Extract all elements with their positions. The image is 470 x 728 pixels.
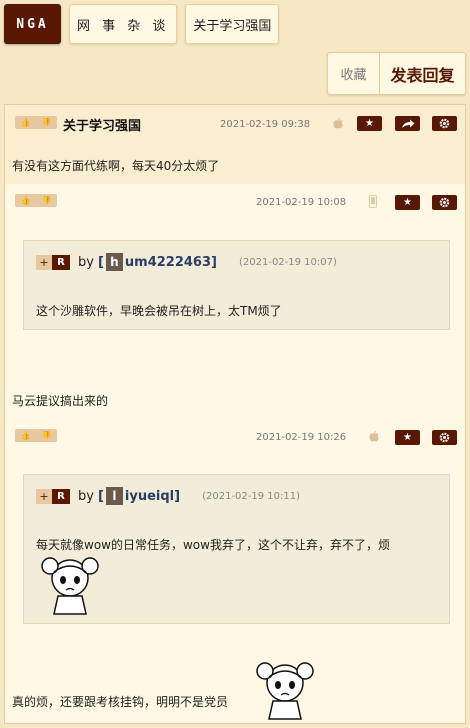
avatar: h <box>105 253 123 271</box>
vote-buttons[interactable]: 👍 👎 <box>15 116 57 129</box>
thumbs-down-icon[interactable]: 👎 <box>42 118 52 127</box>
settings-button[interactable] <box>432 195 457 210</box>
bracket-close: ] <box>174 488 181 504</box>
share-icon <box>401 119 414 128</box>
quote-header: + R by [ l iyueiql ] (2021-02-19 10:11) <box>36 487 300 505</box>
quote-text: 每天就像wow的日常任务，wow我弃了，这个不让弃，弃不了，烦 <box>36 538 390 552</box>
thumbs-down-icon[interactable]: 👎 <box>42 196 52 205</box>
site-logo[interactable]: NGA <box>4 4 61 44</box>
post-text: 有没有这方面代练啊，每天40分太烦了 <box>12 159 220 173</box>
vote-buttons[interactable]: 👍 👎 <box>15 194 57 207</box>
thumbs-up-icon[interactable]: 👍 <box>21 118 31 127</box>
star-button[interactable]: ★ <box>357 116 382 131</box>
gear-icon <box>439 432 450 443</box>
thread-actions: 收藏 发表回复 <box>327 52 466 95</box>
star-icon: ★ <box>365 118 374 129</box>
quote-header: + R by [ h um4222463 ] (2021-02-19 10:07) <box>36 253 337 271</box>
bracket-close: ] <box>211 254 217 270</box>
post-text: 马云提议搞出来的 <box>12 394 109 408</box>
star-icon: ★ <box>403 432 412 443</box>
plus-icon[interactable]: + <box>36 488 52 504</box>
breadcrumb-forum[interactable]: 网 事 杂 谈 <box>69 4 178 44</box>
sticker-image <box>41 557 99 615</box>
post-3: 👍 👎 2021-02-19 10:26 ★ + R by [ l iyueiql … <box>5 419 465 723</box>
post-date: 2021-02-19 09:38 <box>220 119 311 130</box>
phone-icon <box>369 195 377 211</box>
apple-icon <box>369 430 379 445</box>
quote-actions[interactable]: + R <box>36 254 70 270</box>
post-text: 真的烦，还要跟考核挂钩，明明不是党员 <box>12 695 229 709</box>
post-2: 👍 👎 2021-02-19 10:08 ★ + R by [ h um422246… <box>5 184 465 418</box>
quote-by: by <box>78 254 94 270</box>
reply-button[interactable]: 发表回复 <box>380 53 465 94</box>
avatar: l <box>105 487 123 505</box>
post-date: 2021-02-19 10:26 <box>256 432 347 443</box>
quote-actions[interactable]: + R <box>36 488 70 504</box>
quote-user[interactable]: [ h um4222463 ] <box>98 253 217 271</box>
quote-by: by <box>78 488 94 504</box>
thumbs-up-icon[interactable]: 👍 <box>21 196 31 205</box>
plus-icon[interactable]: + <box>36 254 52 270</box>
star-icon: ★ <box>403 197 412 208</box>
quote-user[interactable]: [ l iyueiql ] <box>98 487 180 505</box>
quote-block: + R by [ l iyueiql ] (2021-02-19 10:11) 每… <box>23 474 450 624</box>
settings-button[interactable] <box>432 116 457 131</box>
star-button[interactable]: ★ <box>395 195 420 210</box>
settings-button[interactable] <box>432 430 457 445</box>
post-1: 👍 👎 关于学习强国 2021-02-19 09:38 ★ 有没有这方面代练啊，每… <box>5 105 465 184</box>
r-icon[interactable]: R <box>52 488 70 504</box>
star-button[interactable]: ★ <box>395 430 420 445</box>
bracket-open: [ <box>97 254 104 270</box>
apple-icon <box>333 117 343 132</box>
gear-icon <box>439 118 450 129</box>
top-nav: NGA 网 事 杂 谈 关于学习强国 <box>4 4 280 44</box>
thread-container: 👍 👎 关于学习强国 2021-02-19 09:38 ★ 有没有这方面代练啊，每… <box>4 104 466 724</box>
post-title: 关于学习强国 <box>63 119 142 134</box>
quote-date: (2021-02-19 10:11) <box>202 490 301 502</box>
username: um4222463 <box>124 254 212 270</box>
favorite-button[interactable]: 收藏 <box>328 53 380 94</box>
gear-icon <box>439 197 450 208</box>
username: iyueiql <box>124 488 175 504</box>
breadcrumb-thread[interactable]: 关于学习强国 <box>185 4 280 44</box>
vote-buttons[interactable]: 👍 👎 <box>15 429 57 442</box>
share-button[interactable] <box>395 116 420 131</box>
quote-text: 这个沙雕软件，早晚会被吊在树上，太TM烦了 <box>36 304 282 318</box>
sticker-image <box>256 662 314 720</box>
r-icon[interactable]: R <box>52 254 70 270</box>
quote-block: + R by [ h um4222463 ] (2021-02-19 10:07)… <box>23 240 450 330</box>
post-date: 2021-02-19 10:08 <box>256 197 347 208</box>
quote-date: (2021-02-19 10:07) <box>238 256 337 268</box>
thumbs-up-icon[interactable]: 👍 <box>21 431 31 440</box>
bracket-open: [ <box>97 488 104 504</box>
thumbs-down-icon[interactable]: 👎 <box>42 431 52 440</box>
